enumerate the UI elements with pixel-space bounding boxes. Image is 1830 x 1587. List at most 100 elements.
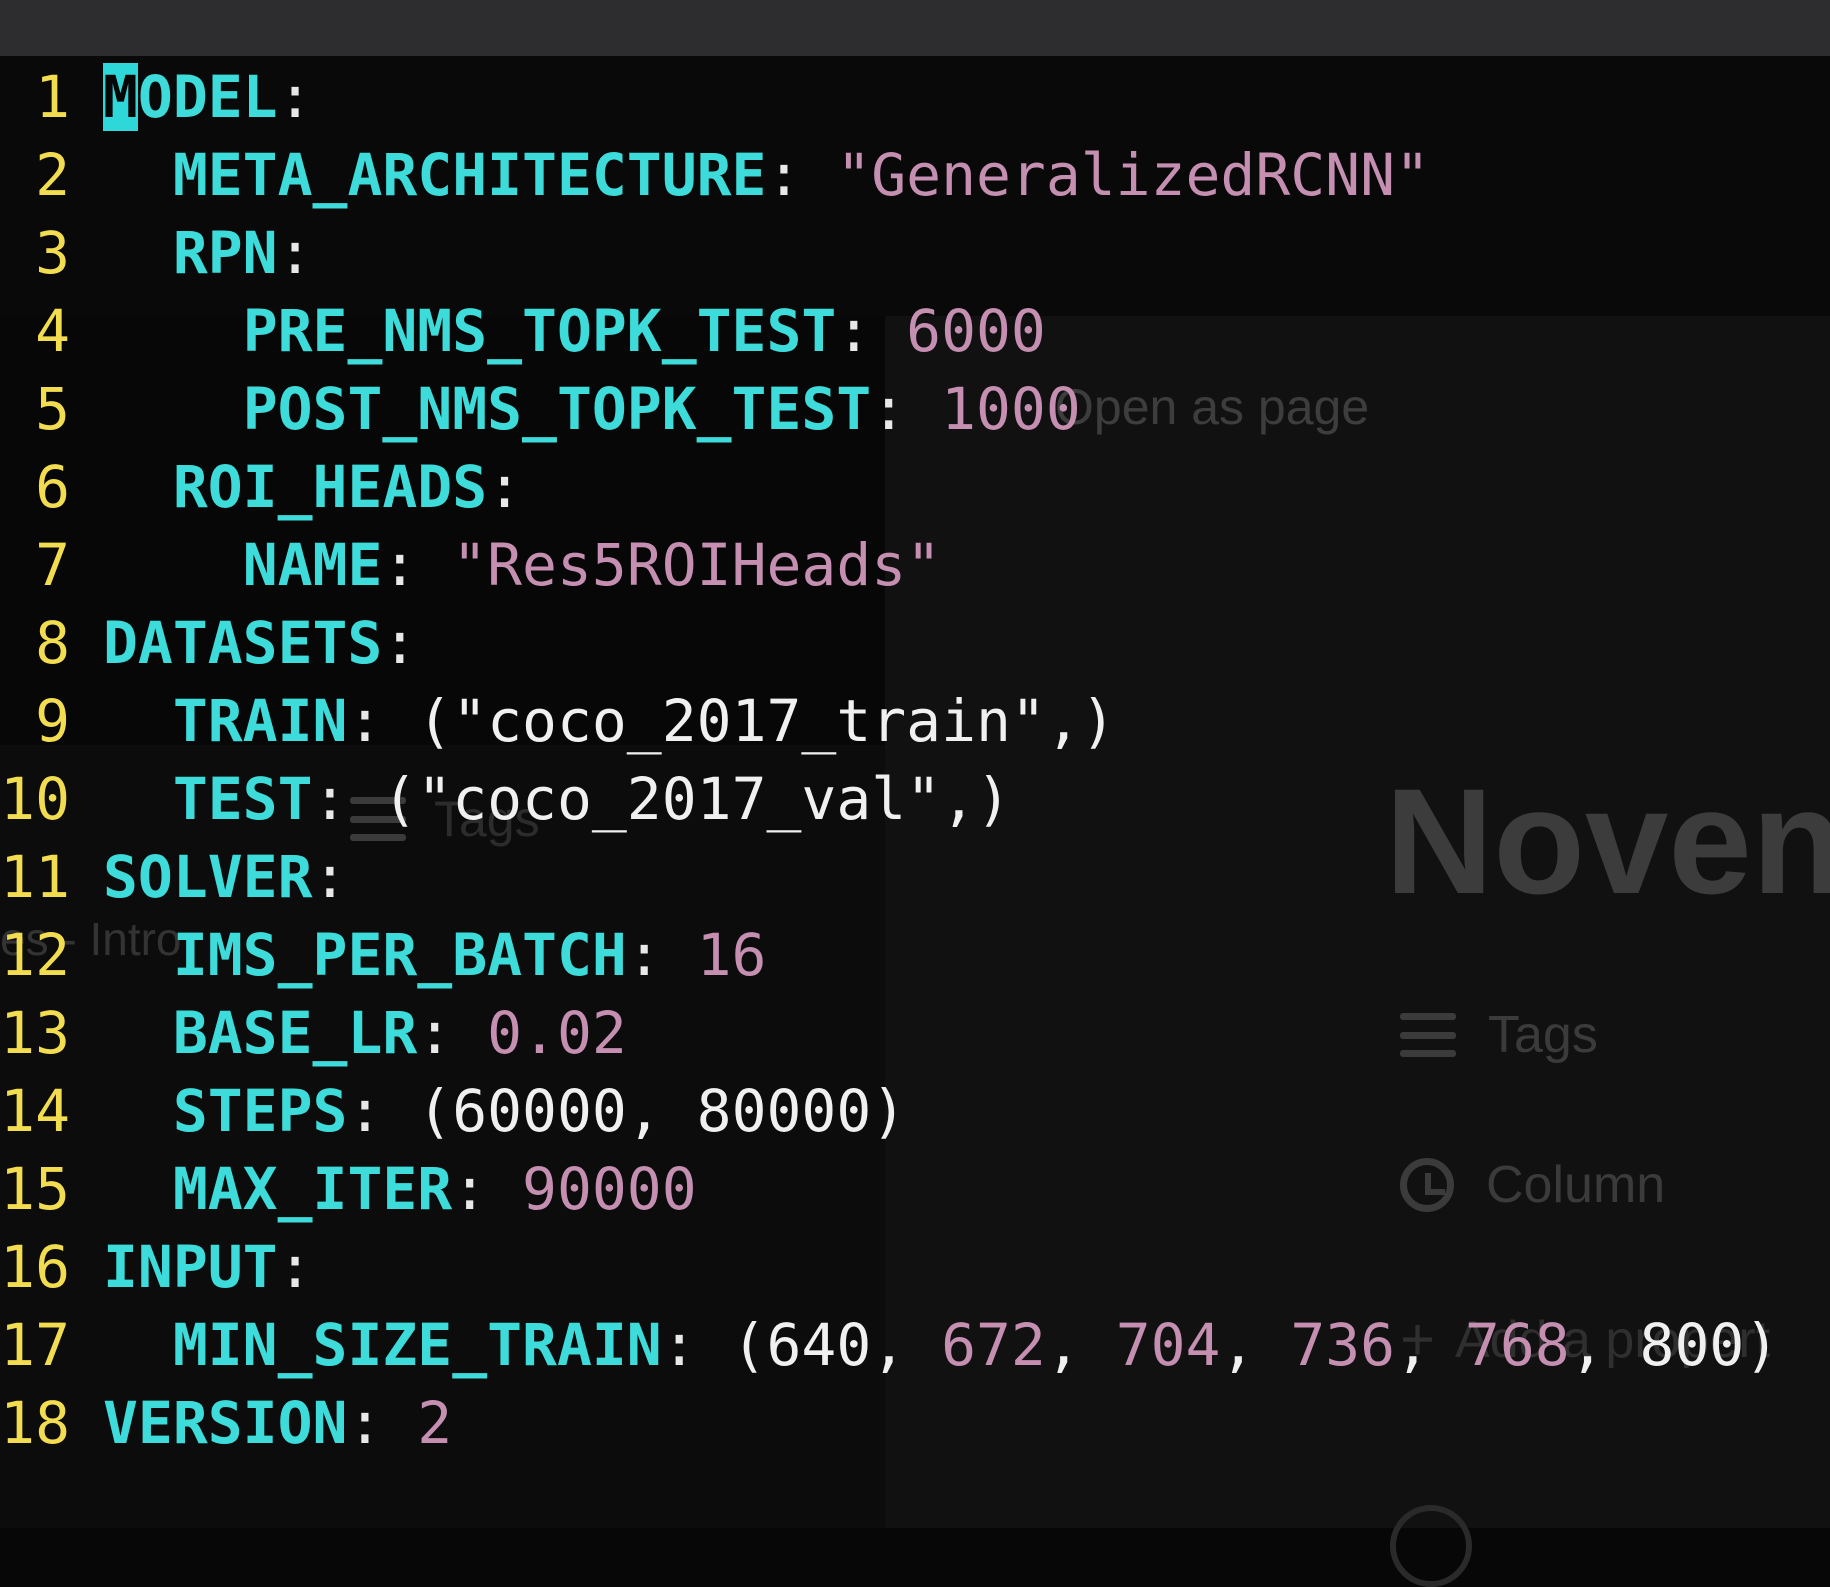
text-cursor: M — [103, 63, 138, 131]
yaml-key: STEPS — [172, 1077, 348, 1145]
tuple-sep: , — [1569, 1311, 1640, 1379]
yaml-key: POST_NMS_TOPK_TEST — [242, 375, 872, 443]
tuple-sep: , — [1395, 1311, 1465, 1379]
yaml-tuple-value: ("coco_2017_train",) — [417, 687, 1116, 755]
tuple-item: 672 — [941, 1311, 1046, 1379]
yaml-key: TEST — [172, 765, 313, 833]
yaml-colon: : — [312, 843, 348, 911]
yaml-colon: : — [836, 297, 907, 365]
yaml-key: ROI_HEADS — [172, 453, 488, 521]
open-as-page-link[interactable]: Open as page — [1055, 378, 1369, 436]
yaml-colon: : — [766, 141, 837, 209]
line-number: 16 — [0, 1233, 70, 1301]
background-avatar-ghost — [1390, 1505, 1472, 1587]
code-text: NAME: "Res5ROIHeads" — [103, 526, 941, 604]
yaml-string-value: "Res5ROIHeads" — [452, 531, 942, 599]
yaml-key: ODEL — [137, 63, 278, 131]
yaml-key: SOLVER — [103, 843, 313, 911]
line-number: 4 — [35, 297, 70, 365]
tuple-sep: , — [1220, 1311, 1291, 1379]
line-number: 18 — [0, 1389, 70, 1457]
tuple-open: ( — [731, 1311, 767, 1379]
code-text: IMS_PER_BATCH: 16 — [103, 916, 767, 994]
yaml-key: TRAIN — [172, 687, 348, 755]
window-title-bar — [0, 0, 1830, 56]
yaml-key: META_ARCHITECTURE — [172, 141, 767, 209]
code-text: MIN_SIZE_TRAIN: (640, 672, 704, 736, 768… — [103, 1306, 1779, 1384]
line-number: 2 — [35, 141, 70, 209]
background-page-title: Noven — [1385, 757, 1830, 925]
line-number: 13 — [0, 999, 70, 1067]
code-text: MODEL: — [103, 58, 313, 136]
yaml-key: DATASETS — [103, 609, 383, 677]
code-text: ROI_HEADS: — [103, 448, 522, 526]
yaml-key: IMS_PER_BATCH — [172, 921, 627, 989]
yaml-colon: : — [347, 1077, 418, 1145]
list-icon — [1400, 1013, 1456, 1057]
tags-property-row[interactable]: Tags — [1400, 1005, 1598, 1065]
code-text: MAX_ITER: 90000 — [103, 1150, 697, 1228]
line-number: 1 — [35, 63, 70, 131]
code-text: TEST: ("coco_2017_val",) — [103, 760, 1011, 838]
tuple-sep: , — [1045, 1311, 1116, 1379]
line-number: 5 — [35, 375, 70, 443]
yaml-colon: : — [661, 1311, 732, 1379]
yaml-number-value: 6000 — [906, 297, 1046, 365]
code-text: PRE_NMS_TOPK_TEST: 6000 — [103, 292, 1046, 370]
yaml-number-value: 90000 — [522, 1155, 697, 1223]
yaml-key: MAX_ITER — [172, 1155, 453, 1223]
line-number: 11 — [0, 843, 70, 911]
yaml-colon: : — [487, 453, 523, 521]
yaml-number-value: 2 — [417, 1389, 453, 1457]
code-text: STEPS: (60000, 80000) — [103, 1072, 906, 1150]
yaml-key: INPUT — [103, 1233, 278, 1301]
yaml-key: BASE_LR — [172, 999, 418, 1067]
line-number: 10 — [0, 765, 70, 833]
code-text: RPN: — [103, 214, 313, 292]
yaml-key: RPN — [172, 219, 278, 287]
tuple-item: 736 — [1290, 1311, 1396, 1379]
yaml-key: NAME — [242, 531, 383, 599]
line-number: 7 — [35, 531, 70, 599]
line-number: 6 — [35, 453, 70, 521]
code-text: TRAIN: ("coco_2017_train",) — [103, 682, 1116, 760]
yaml-colon: : — [382, 609, 418, 677]
yaml-string-value: "GeneralizedRCNN" — [836, 141, 1430, 209]
code-text: META_ARCHITECTURE: "GeneralizedRCNN" — [103, 136, 1430, 214]
yaml-key: MIN_SIZE_TRAIN — [172, 1311, 662, 1379]
yaml-colon: : — [871, 375, 942, 443]
code-text: BASE_LR: 0.02 — [103, 994, 627, 1072]
yaml-colon: : — [277, 63, 313, 131]
code-text: DATASETS: — [103, 604, 417, 682]
tags-property-label: Tags — [1488, 1006, 1598, 1064]
tuple-item: 704 — [1115, 1311, 1221, 1379]
tuple-item: 640 — [766, 1311, 872, 1379]
yaml-colon: : — [347, 687, 418, 755]
column-property-label: Column — [1486, 1156, 1666, 1214]
line-number: 9 — [35, 687, 70, 755]
yaml-tuple-value: (60000, 80000) — [417, 1077, 907, 1145]
line-number: 17 — [0, 1311, 70, 1379]
tuple-item: 800 — [1639, 1311, 1745, 1379]
code-text: POST_NMS_TOPK_TEST: 1000 — [103, 370, 1081, 448]
yaml-tuple-value: ("coco_2017_val",) — [382, 765, 1011, 833]
clock-icon — [1400, 1158, 1454, 1212]
yaml-colon: : — [417, 999, 488, 1067]
column-property-row[interactable]: Column — [1400, 1155, 1665, 1215]
yaml-key: VERSION — [103, 1389, 348, 1457]
yaml-colon: : — [452, 1155, 523, 1223]
code-text: INPUT: — [103, 1228, 313, 1306]
yaml-number-value: 0.02 — [487, 999, 627, 1067]
yaml-key: PRE_NMS_TOPK_TEST — [242, 297, 837, 365]
yaml-colon: : — [277, 219, 313, 287]
tuple-sep: , — [871, 1311, 942, 1379]
yaml-number-value: 1000 — [941, 375, 1081, 443]
yaml-colon: : — [277, 1233, 313, 1301]
yaml-colon: : — [312, 765, 383, 833]
line-number: 8 — [35, 609, 70, 677]
yaml-colon: : — [626, 921, 697, 989]
yaml-colon: : — [382, 531, 453, 599]
line-number: 15 — [0, 1155, 70, 1223]
tuple-item: 768 — [1464, 1311, 1570, 1379]
code-text: VERSION: 2 — [103, 1384, 452, 1462]
